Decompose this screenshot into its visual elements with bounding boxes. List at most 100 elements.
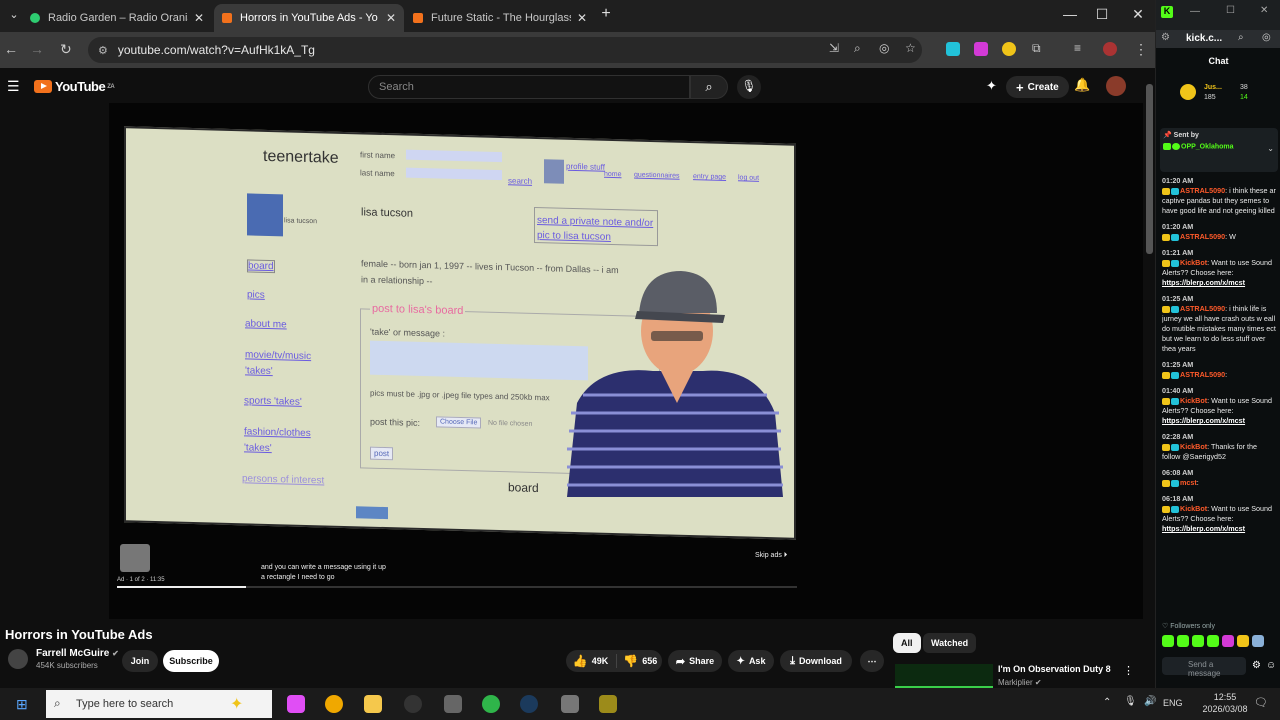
message-link[interactable]: https://blerp.com/x/mcst xyxy=(1162,416,1245,425)
app-icon[interactable] xyxy=(561,695,579,713)
search-button[interactable]: ⌕ xyxy=(690,75,728,99)
maximize-icon[interactable]: ☐ xyxy=(1226,5,1235,16)
settings-gear-icon[interactable]: ⚙ xyxy=(1252,660,1261,671)
profile-avatar[interactable] xyxy=(1103,42,1117,56)
dislike-button[interactable]: 👎 656 xyxy=(617,654,663,668)
emote-icon[interactable] xyxy=(1177,635,1189,647)
close-window-icon[interactable]: ✕ xyxy=(1124,6,1152,23)
pinned-message[interactable]: 📌 Sent by OPP_Oklahoma ⌄ xyxy=(1160,128,1278,172)
tab-radio-garden[interactable]: Radio Garden – Radio Orania 9 ✕ xyxy=(22,4,212,32)
chat-message[interactable]: 01:20 AM ASTRAL5090: i think these ar cap… xyxy=(1162,176,1276,216)
system-clock[interactable]: 12:55 2026/03/08 xyxy=(1195,691,1255,715)
chevron-down-icon[interactable]: ⌄ xyxy=(1267,144,1274,153)
taskbar-search-box[interactable]: ⌕ Type here to search ✦ xyxy=(46,690,272,718)
message-username[interactable]: KickBot xyxy=(1180,504,1207,513)
emote-icon[interactable] xyxy=(1252,635,1264,647)
extension-icon[interactable] xyxy=(1002,42,1016,56)
message-username[interactable]: ASTRAL5090 xyxy=(1180,186,1225,195)
skip-ads-button[interactable]: Skip ads ⏵ xyxy=(755,552,787,560)
more-vertical-icon[interactable]: ⋮ xyxy=(1123,664,1134,677)
chip-watched[interactable]: Watched xyxy=(923,633,977,653)
extension-icon[interactable] xyxy=(946,42,960,56)
download-button[interactable]: ⤓ Download xyxy=(780,650,852,672)
close-icon[interactable]: ✕ xyxy=(386,11,396,25)
bookmark-star-icon[interactable]: ☆ xyxy=(905,41,916,55)
close-window-icon[interactable]: ✕ xyxy=(1260,5,1268,16)
steam-icon[interactable] xyxy=(520,695,538,713)
chat-message[interactable]: 01:40 AM KickBot: Want to use Sound Alert… xyxy=(1162,386,1276,426)
message-username[interactable]: KickBot xyxy=(1180,396,1207,405)
language-indicator[interactable]: ENG xyxy=(1163,698,1183,708)
extensions-puzzle-icon[interactable]: ⧉ xyxy=(1032,41,1041,56)
media-control-icon[interactable]: ≡ xyxy=(1074,41,1081,55)
video-player[interactable]: teenertake first name last name search p… xyxy=(109,103,1143,619)
search-input[interactable]: Search xyxy=(368,75,690,99)
chat-message[interactable]: 01:20 AM ASTRAL5090: W xyxy=(1162,222,1276,242)
hamburger-menu-icon[interactable]: ☰ xyxy=(7,78,20,95)
notifications-bell-icon[interactable]: 🔔 xyxy=(1074,77,1090,93)
chat-message[interactable]: 01:25 AM ASTRAL5090: i think life is jurn… xyxy=(1162,294,1276,354)
message-username[interactable]: KickBot xyxy=(1180,442,1207,451)
minimize-icon[interactable]: — xyxy=(1190,6,1200,17)
emoji-icon[interactable]: ☺ xyxy=(1266,660,1276,671)
chat-log[interactable]: 01:20 AM ASTRAL5090: i think these ar cap… xyxy=(1162,176,1276,616)
maximize-icon[interactable]: ☐ xyxy=(1088,6,1116,23)
site-info-icon[interactable]: ⚙ xyxy=(1161,32,1170,43)
game-app-icon[interactable] xyxy=(599,695,617,713)
chat-message[interactable]: 06:18 AM KickBot: Want to use Sound Alert… xyxy=(1162,494,1276,534)
top-supporter-bar[interactable]: Jus... 38 185 14 xyxy=(1160,76,1278,104)
chat-message[interactable]: 01:25 AM ASTRAL5090: xyxy=(1162,360,1276,380)
like-button[interactable]: 👍 49K xyxy=(565,654,618,668)
close-icon[interactable]: ✕ xyxy=(194,11,204,25)
extension-icon[interactable] xyxy=(974,42,988,56)
channel-info[interactable]: Farrell McGuire ✔ 454K subscribers xyxy=(8,648,119,670)
back-icon[interactable]: ← xyxy=(4,41,18,57)
up-next-title[interactable]: I'm On Observation Duty 8 xyxy=(998,664,1111,674)
ad-advertiser-thumb[interactable] xyxy=(120,544,150,572)
youtube-logo[interactable]: YouTube ZA xyxy=(34,79,115,94)
up-next-item[interactable]: I'm On Observation Duty 8 Markiplier ✔ ⋮ xyxy=(895,664,1135,688)
site-info-icon[interactable]: ⚙ xyxy=(98,44,108,57)
zoom-icon[interactable]: ⌕ xyxy=(1238,32,1244,43)
message-username[interactable]: mcst xyxy=(1180,478,1197,487)
create-button[interactable]: + Create xyxy=(1006,76,1069,98)
chat-message[interactable]: 06:08 AM mcst: xyxy=(1162,468,1276,488)
chip-all[interactable]: All xyxy=(893,633,921,653)
message-link[interactable]: https://blerp.com/x/mcst xyxy=(1162,278,1245,287)
address-bar[interactable]: ⚙ youtube.com/watch?v=AufHk1kA_Tg xyxy=(88,37,922,63)
ask-ai-icon[interactable]: ✦ xyxy=(986,78,997,94)
speaker-icon[interactable]: 🔊 xyxy=(1144,696,1156,707)
emote-icon[interactable] xyxy=(1237,635,1249,647)
kick-address-bar[interactable]: ⚙ kick.c... ⌕ ◎ xyxy=(1156,30,1280,48)
snipping-tool-icon[interactable] xyxy=(444,695,462,713)
install-app-icon[interactable]: ⇲ xyxy=(829,41,839,55)
chrome-icon[interactable] xyxy=(325,695,343,713)
notification-icon[interactable]: 🗨 xyxy=(1254,696,1268,709)
tab-future-static[interactable]: Future Static - The Hourglass (C ✕ xyxy=(405,4,595,32)
up-next-thumbnail[interactable] xyxy=(895,664,993,688)
zoom-icon[interactable]: ⌕ xyxy=(854,41,861,56)
chat-message[interactable]: 01:21 AM KickBot: Want to use Sound Alert… xyxy=(1162,248,1276,288)
chevron-up-icon[interactable]: ⌃ xyxy=(1103,697,1111,708)
chat-input[interactable]: Send a message xyxy=(1162,657,1246,678)
new-tab-button[interactable]: + xyxy=(592,5,620,23)
message-username[interactable]: ASTRAL5090 xyxy=(1180,370,1225,379)
message-link[interactable]: https://blerp.com/x/mcst xyxy=(1162,524,1245,533)
voice-search-button[interactable]: 🎙 xyxy=(737,75,761,99)
more-actions-button[interactable]: ⋯ xyxy=(860,650,884,672)
message-username[interactable]: ASTRAL5090 xyxy=(1180,232,1225,241)
emote-icon[interactable] xyxy=(1192,635,1204,647)
channel-avatar[interactable] xyxy=(8,649,28,669)
copilot-icon[interactable] xyxy=(287,695,305,713)
message-username[interactable]: ASTRAL5090 xyxy=(1180,304,1225,313)
microphone-icon[interactable]: 🎙 xyxy=(1124,696,1137,707)
channel-name[interactable]: Farrell McGuire xyxy=(36,648,109,659)
page-scrollbar[interactable] xyxy=(1146,84,1153,254)
chrome-alt-icon[interactable] xyxy=(482,695,500,713)
file-explorer-icon[interactable] xyxy=(364,695,382,713)
eye-off-icon[interactable]: ◎ xyxy=(879,41,889,55)
obs-icon[interactable] xyxy=(404,695,422,713)
emote-icon[interactable] xyxy=(1162,635,1174,647)
sent-by-user[interactable]: OPP_Oklahoma xyxy=(1181,143,1234,150)
ad-progress-bar[interactable] xyxy=(117,586,797,588)
